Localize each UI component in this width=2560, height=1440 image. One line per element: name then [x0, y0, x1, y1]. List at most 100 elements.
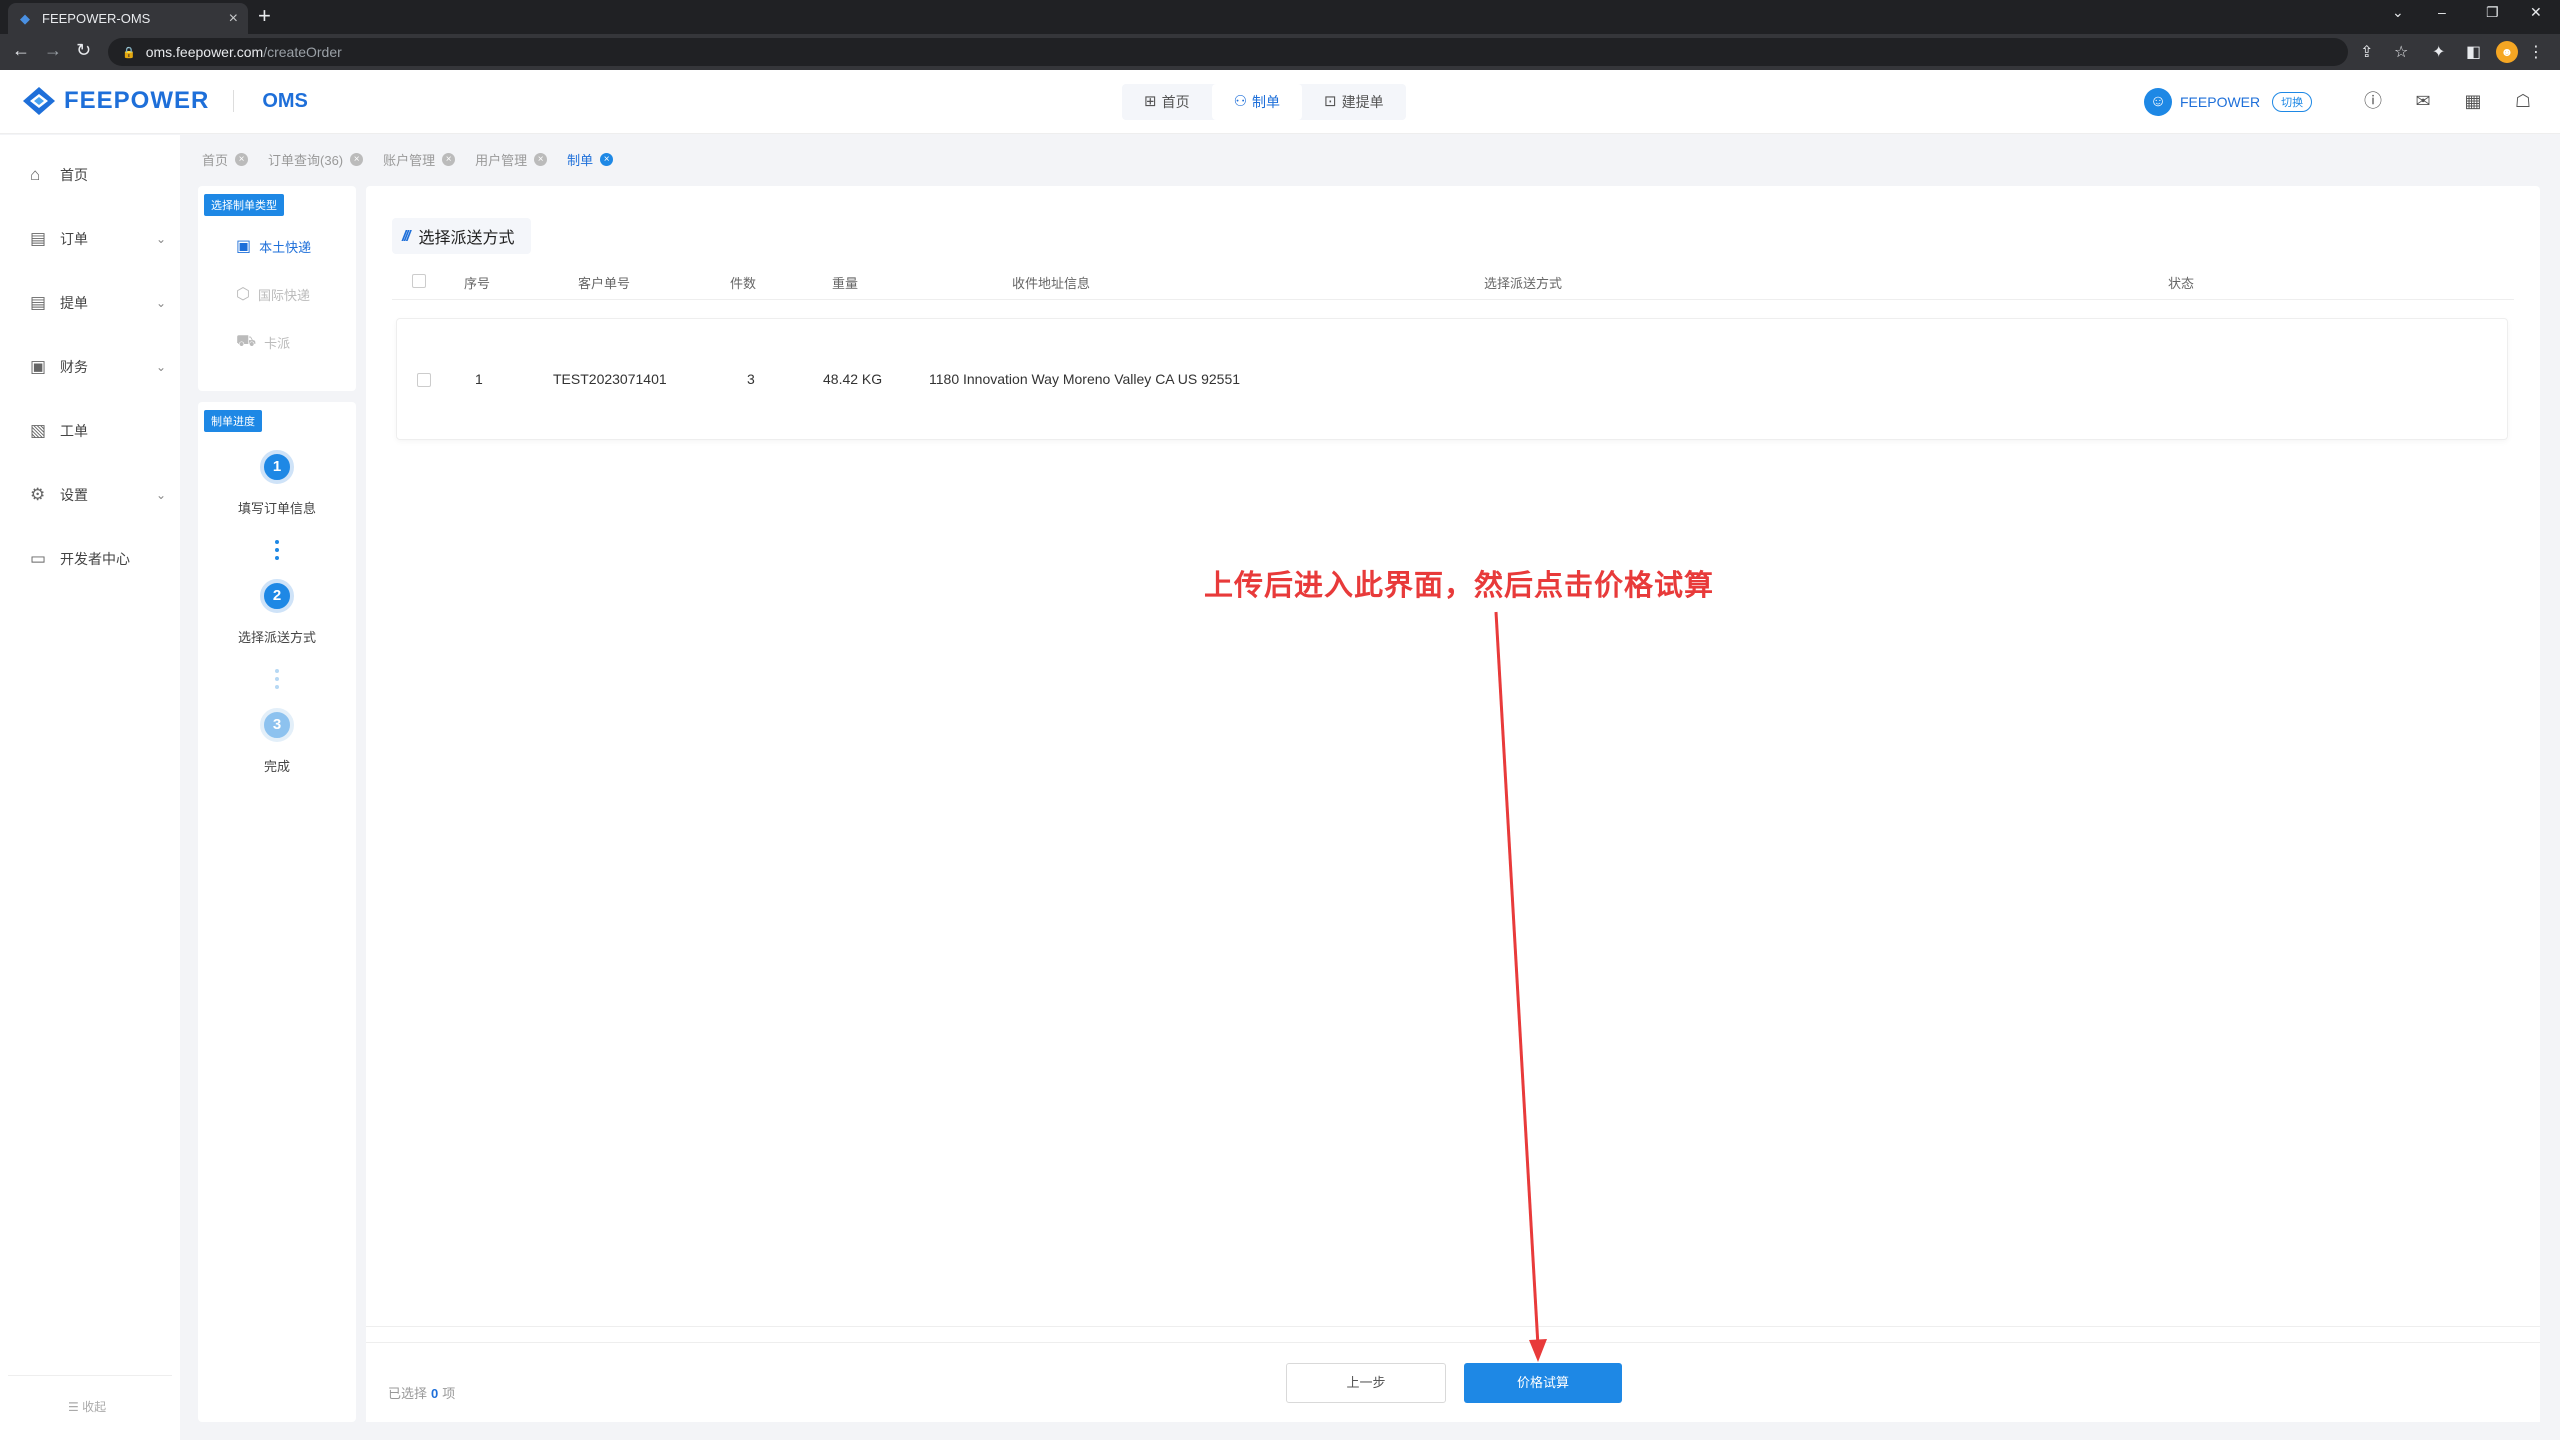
profile-avatar-icon[interactable]: ☻	[2496, 41, 2518, 63]
site-favicon-icon: ◆	[20, 10, 30, 26]
grid-icon: ⊞	[1144, 93, 1157, 110]
user-name: FEEPOWER	[2180, 94, 2261, 110]
column-header: 重量	[832, 276, 859, 291]
sidebar-item-label: 首页	[60, 167, 88, 183]
close-icon[interactable]: ×	[235, 153, 249, 166]
order-type-tag: 选择制单类型	[204, 194, 284, 216]
close-icon[interactable]: ×	[350, 153, 364, 166]
progress-panel: 制单进度 1 填写订单信息 2 选择派送方式 3 完成	[198, 402, 356, 1422]
close-tab-icon[interactable]: ×	[229, 10, 238, 28]
top-nav-create-bill[interactable]: ⊡ 建提单	[1302, 84, 1406, 120]
order-type-label: 本土快递	[259, 239, 312, 255]
step-connector	[275, 669, 279, 693]
row-checkbox[interactable]	[417, 373, 431, 387]
home-icon: ⌂	[30, 165, 41, 184]
table-header: 序号 客户单号 件数 重量 收件地址信息 选择派送方式 状态	[392, 262, 2514, 300]
table-row[interactable]: 1 TEST2023071401 3 48.42 KG 1180 Innovat…	[396, 318, 2508, 440]
order-type-truck[interactable]: ⛟ 卡派	[236, 332, 290, 352]
page-tab-home[interactable]: 首页 ×	[202, 150, 249, 169]
side-panel-icon[interactable]: ◧	[2466, 42, 2481, 62]
chevron-down-icon: ⌄	[155, 232, 166, 246]
message-icon[interactable]: ✉	[2412, 90, 2434, 112]
sidebar-item-developer[interactable]: ▭ 开发者中心	[30, 549, 166, 569]
switch-account-button[interactable]: 切换	[2272, 92, 2313, 112]
page-tab-order-query[interactable]: 订单查询(36) ×	[268, 150, 364, 169]
window-close-icon[interactable]: ✕	[2530, 4, 2542, 21]
browser-tab-title: FEEPOWER-OMS	[42, 11, 151, 26]
order-type-domestic[interactable]: ▣ 本土快递	[236, 236, 311, 256]
progress-tag: 制单进度	[204, 410, 262, 432]
sidebar-divider	[8, 1375, 172, 1376]
close-icon[interactable]: ×	[600, 153, 614, 166]
chevron-down-icon: ⌄	[155, 488, 166, 502]
page-tab-account[interactable]: 账户管理 ×	[383, 150, 456, 169]
new-tab-icon[interactable]: +	[258, 3, 271, 29]
package-icon: ▣	[236, 238, 252, 255]
order-type-international[interactable]: ⬡ 国际快递	[236, 284, 310, 304]
sidebar-item-label: 财务	[60, 359, 88, 375]
selection-suffix: 项	[442, 1386, 456, 1401]
help-icon[interactable]: ⓘ	[2362, 90, 2384, 112]
back-icon[interactable]: ←	[12, 40, 30, 61]
prev-step-button[interactable]: 上一步	[1286, 1363, 1446, 1403]
bookmark-star-icon[interactable]: ☆	[2394, 42, 2408, 62]
lock-icon: 🔒	[122, 46, 136, 59]
row-address: 1180 Innovation Way Moreno Valley CA US …	[929, 371, 1241, 387]
close-icon[interactable]: ×	[442, 153, 456, 166]
bill-icon: ▤	[30, 293, 47, 312]
extensions-icon[interactable]: ✦	[2432, 42, 2445, 62]
page-tab-users[interactable]: 用户管理 ×	[475, 150, 548, 169]
content-divider	[366, 1326, 2540, 1327]
select-all-checkbox[interactable]	[412, 274, 426, 288]
collapse-label: 收起	[82, 1400, 107, 1414]
step-2: 2 选择派送方式	[198, 579, 356, 646]
browser-tab-strip: ◆ FEEPOWER-OMS × + ⌄ – ❐ ✕	[0, 0, 2560, 34]
top-nav-create-order-label: 制单	[1252, 94, 1281, 110]
page-tab-label: 用户管理	[475, 153, 528, 168]
brand-name: FEEPOWER	[64, 87, 210, 114]
sidebar-item-settings[interactable]: ⚙ 设置 ⌄	[30, 485, 166, 505]
share-icon[interactable]: ⇪	[2360, 42, 2373, 62]
logo[interactable]: FEEPOWER OMS	[22, 86, 308, 116]
browser-menu-icon[interactable]: ⋮	[2528, 42, 2544, 62]
tab-search-icon[interactable]: ⌄	[2392, 4, 2404, 21]
page-tab-create-order[interactable]: 制单 ×	[567, 150, 614, 169]
box-icon: ⬡	[236, 286, 250, 303]
account-icon[interactable]: ☖	[2512, 90, 2534, 112]
section-title: /// 选择派送方式	[392, 218, 531, 254]
sidebar-item-label: 设置	[60, 487, 88, 503]
sidebar-item-finance[interactable]: ▣ 财务 ⌄	[30, 357, 166, 377]
reload-icon[interactable]: ↻	[76, 40, 91, 61]
close-icon[interactable]: ×	[534, 153, 548, 166]
action-footer: 已选择 0 项 上一步 价格试算	[366, 1342, 2540, 1422]
price-calc-button[interactable]: 价格试算	[1464, 1363, 1622, 1403]
user-menu[interactable]: ☺ FEEPOWER 切换	[2144, 88, 2313, 116]
url-input[interactable]: 🔒 oms.feepower.com/createOrder	[108, 38, 2348, 66]
step-label: 完成	[263, 759, 290, 774]
page-tab-label: 制单	[567, 153, 594, 168]
top-nav-home[interactable]: ⊞ 首页	[1122, 84, 1212, 120]
browser-tab[interactable]: ◆ FEEPOWER-OMS ×	[8, 3, 248, 34]
order-type-label: 国际快递	[257, 287, 310, 303]
collapse-sidebar-button[interactable]: ☰ 收起	[68, 1398, 106, 1415]
step-number: 1	[260, 450, 294, 484]
top-nav-create-order[interactable]: ⚇ 制单	[1211, 84, 1303, 120]
calendar-icon[interactable]: ▦	[2462, 90, 2484, 112]
restore-icon[interactable]: ❐	[2486, 4, 2499, 21]
url-path: /createOrder	[263, 44, 342, 60]
sidebar-item-bills[interactable]: ▤ 提单 ⌄	[30, 293, 166, 313]
sidebar-item-orders[interactable]: ▤ 订单 ⌄	[30, 229, 166, 249]
row-weight: 48.42 KG	[823, 371, 883, 387]
logo-divider	[233, 90, 235, 112]
minimize-icon[interactable]: –	[2438, 4, 2446, 20]
forward-icon[interactable]: →	[44, 40, 62, 61]
sidebar-item-tickets[interactable]: ▧ 工单	[30, 421, 166, 441]
sidebar-item-home[interactable]: ⌂ 首页	[30, 165, 166, 185]
title-accent-icon: ///	[402, 227, 410, 245]
page-tab-label: 订单查询(36)	[268, 153, 344, 168]
main-panel: /// 选择派送方式 序号 客户单号 件数 重量 收件地址信息 选择派送方式 状…	[366, 186, 2540, 1422]
top-nav: ⊞ 首页 ⚇ 制单 ⊡ 建提单	[1122, 84, 1406, 120]
row-pieces: 3	[747, 371, 755, 387]
developer-icon: ▭	[30, 549, 47, 568]
step-label: 选择派送方式	[237, 630, 316, 645]
